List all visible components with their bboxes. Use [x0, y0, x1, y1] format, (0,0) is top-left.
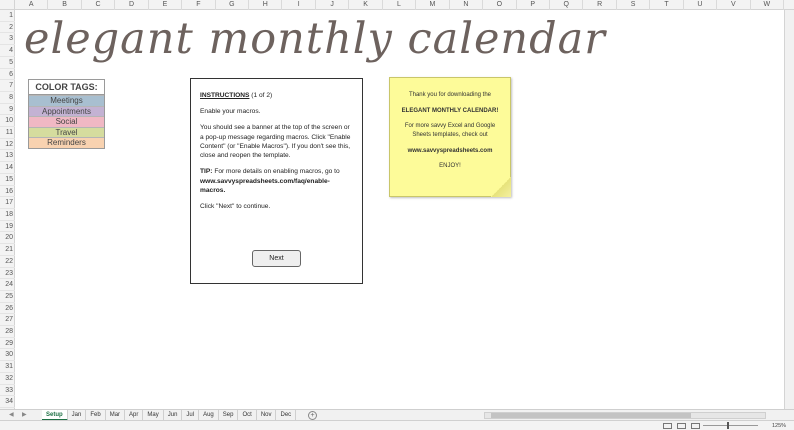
tip-text: For more details on enabling macros, go …: [214, 168, 340, 176]
instructions-macro-text: You should see a banner at the top of th…: [200, 124, 351, 160]
row-header-1[interactable]: 1: [0, 10, 15, 22]
row-header-17[interactable]: 17: [0, 197, 15, 209]
page-break-view-icon[interactable]: [691, 423, 700, 429]
row-header-34[interactable]: 34: [0, 396, 15, 408]
row-header-26[interactable]: 26: [0, 303, 15, 315]
row-header-18[interactable]: 18: [0, 209, 15, 221]
row-header-25[interactable]: 25: [0, 291, 15, 303]
add-sheet-button[interactable]: +: [308, 411, 317, 420]
status-bar: 125%: [0, 420, 794, 430]
column-header-i[interactable]: I: [282, 0, 316, 10]
page-curl-decoration: [491, 177, 511, 197]
row-header-24[interactable]: 24: [0, 279, 15, 291]
row-header-23[interactable]: 23: [0, 268, 15, 280]
color-tags-legend: COLOR TAGS: Meetings Appointments Social Tr…: [28, 79, 105, 149]
select-all-corner[interactable]: [0, 0, 15, 10]
column-header-w[interactable]: W: [751, 0, 784, 10]
row-header-15[interactable]: 15: [0, 174, 15, 186]
row-header-12[interactable]: 12: [0, 139, 15, 151]
normal-view-icon[interactable]: [663, 423, 672, 429]
calendar-title: elegant monthly calendar: [24, 14, 606, 64]
vertical-scrollbar[interactable]: [784, 10, 794, 409]
row-header-5[interactable]: 5: [0, 57, 15, 69]
note-more-text: For more savvy Excel and Google Sheets t…: [404, 123, 496, 139]
sheet-tab-bar: ◀ ▶ Setup Jan Feb Mar Apr May Jun Jul Aug Sep Oct N…: [0, 409, 794, 421]
row-header-19[interactable]: 19: [0, 221, 15, 233]
column-header-g[interactable]: G: [216, 0, 250, 10]
row-header-32[interactable]: 32: [0, 373, 15, 385]
horizontal-scroll-thumb[interactable]: [491, 413, 691, 418]
instructions-continue-text: Click "Next" to continue.: [200, 202, 271, 210]
row-header-31[interactable]: 31: [0, 361, 15, 373]
zoom-level[interactable]: 125%: [772, 421, 786, 430]
instructions-page-indicator: (1 of 2): [251, 92, 273, 99]
row-header-30[interactable]: 30: [0, 349, 15, 362]
row-header-20[interactable]: 20: [0, 232, 15, 245]
color-tag-appointments: Appointments: [29, 105, 104, 117]
color-tag-travel: Travel: [29, 126, 104, 138]
horizontal-scrollbar[interactable]: [484, 412, 766, 419]
column-header-a[interactable]: A: [15, 0, 49, 10]
tip-label: TIP:: [200, 168, 213, 176]
column-header-c[interactable]: C: [82, 0, 116, 10]
row-header-16[interactable]: 16: [0, 186, 15, 198]
column-header-p[interactable]: P: [517, 0, 550, 10]
row-header-27[interactable]: 27: [0, 314, 15, 327]
next-button[interactable]: Next: [252, 250, 301, 267]
zoom-slider[interactable]: [703, 422, 758, 429]
row-header-9[interactable]: 9: [0, 104, 15, 116]
color-tags-list: Meetings Appointments Social Travel Reminder…: [29, 95, 104, 148]
column-header-o[interactable]: O: [483, 0, 517, 10]
row-header-7[interactable]: 7: [0, 80, 15, 92]
row-header-22[interactable]: 22: [0, 256, 15, 268]
column-header-bar: ABCDEFGHIJKLMNOPQRSTUVW: [0, 0, 794, 10]
column-header-r[interactable]: R: [583, 0, 617, 10]
column-header-q[interactable]: Q: [550, 0, 584, 10]
row-header-4[interactable]: 4: [0, 45, 15, 57]
row-header-3[interactable]: 3: [0, 33, 15, 46]
column-header-n[interactable]: N: [450, 0, 484, 10]
color-tag-social: Social: [29, 116, 104, 127]
row-header-33[interactable]: 33: [0, 385, 15, 397]
column-header-t[interactable]: T: [650, 0, 684, 10]
column-header-l[interactable]: L: [383, 0, 417, 10]
row-header-bar: 1 2 3 4 5 6 7 8 9 10 11 12 13 14 15 16 17 18 19 20 21 22 23 24 2…: [0, 10, 15, 410]
note-website-link[interactable]: www.savvyspreadsheets.com: [400, 147, 500, 156]
row-header-21[interactable]: 21: [0, 244, 15, 256]
instructions-heading: INSTRUCTIONS: [200, 92, 250, 99]
row-header-10[interactable]: 10: [0, 115, 15, 128]
row-header-13[interactable]: 13: [0, 150, 15, 163]
thank-you-sticky-note: Thank you for downloading the ELEGANT MO…: [389, 77, 511, 197]
row-header-29[interactable]: 29: [0, 338, 15, 350]
row-header-28[interactable]: 28: [0, 326, 15, 338]
page-layout-view-icon[interactable]: [677, 423, 686, 429]
column-header-m[interactable]: M: [416, 0, 450, 10]
row-header-8[interactable]: 8: [0, 92, 15, 104]
zoom-slider-thumb[interactable]: [727, 422, 729, 429]
column-header-b[interactable]: B: [48, 0, 82, 10]
column-header-u[interactable]: U: [684, 0, 718, 10]
color-tags-heading: COLOR TAGS:: [29, 80, 104, 95]
tip-url-link[interactable]: www.savvyspreadsheets.com/faq/enable-mac…: [200, 178, 330, 194]
row-header-2[interactable]: 2: [0, 22, 15, 34]
color-tag-reminders: Reminders: [29, 137, 104, 148]
column-header-d[interactable]: D: [115, 0, 149, 10]
instructions-step-text: Enable your macros.: [200, 108, 261, 116]
column-header-v[interactable]: V: [717, 0, 751, 10]
column-header-f[interactable]: F: [182, 0, 216, 10]
color-tag-meetings: Meetings: [29, 95, 104, 106]
note-thanks-text: Thank you for downloading the: [408, 92, 492, 98]
spreadsheet-window: ABCDEFGHIJKLMNOPQRSTUVW 1 2 3 4 5 6 7 8 9 10 11 12 1…: [0, 0, 794, 430]
column-header-e[interactable]: E: [149, 0, 183, 10]
column-header-s[interactable]: S: [617, 0, 651, 10]
row-header-14[interactable]: 14: [0, 162, 15, 174]
row-header-6[interactable]: 6: [0, 69, 15, 81]
instructions-panel: INSTRUCTIONS (1 of 2) Enable your macros…: [190, 78, 363, 284]
column-header-h[interactable]: H: [249, 0, 283, 10]
note-enjoy-text: ENJOY!: [439, 163, 461, 170]
column-header-j[interactable]: J: [316, 0, 350, 10]
note-product-name: ELEGANT MONTHLY CALENDAR!: [401, 107, 499, 114]
column-header-k[interactable]: K: [349, 0, 383, 10]
row-header-11[interactable]: 11: [0, 127, 15, 139]
